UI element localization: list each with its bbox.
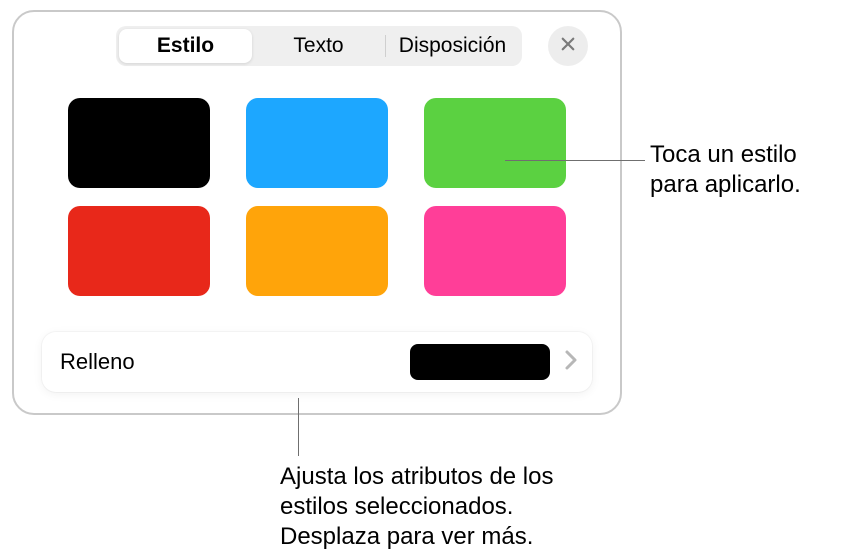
close-button[interactable] xyxy=(548,26,588,66)
format-panel: Estilo Texto Disposición Relleno xyxy=(12,10,622,415)
style-swatch[interactable] xyxy=(424,98,566,188)
style-swatch[interactable] xyxy=(246,206,388,296)
style-swatch[interactable] xyxy=(424,206,566,296)
style-swatch[interactable] xyxy=(68,98,210,188)
chevron-right-icon xyxy=(564,349,578,376)
tabbar-row: Estilo Texto Disposición xyxy=(38,26,596,66)
style-swatch[interactable] xyxy=(68,206,210,296)
fill-row[interactable]: Relleno xyxy=(42,332,592,392)
fill-current-swatch[interactable] xyxy=(410,344,550,380)
fill-label: Relleno xyxy=(60,349,396,375)
tabbar: Estilo Texto Disposición xyxy=(116,26,522,66)
callout-apply-style: Toca un estilo para aplicarlo. xyxy=(650,140,850,200)
callout-adjust-attrs: Ajusta los atributos de los estilos sele… xyxy=(280,462,610,552)
tab-text[interactable]: Texto xyxy=(252,29,385,63)
tab-style[interactable]: Estilo xyxy=(119,29,252,63)
tab-layout[interactable]: Disposición xyxy=(386,29,519,63)
close-icon xyxy=(559,35,577,58)
callout-leader xyxy=(298,398,299,456)
style-swatch[interactable] xyxy=(246,98,388,188)
callout-leader xyxy=(505,160,645,161)
style-swatch-grid xyxy=(38,84,596,302)
